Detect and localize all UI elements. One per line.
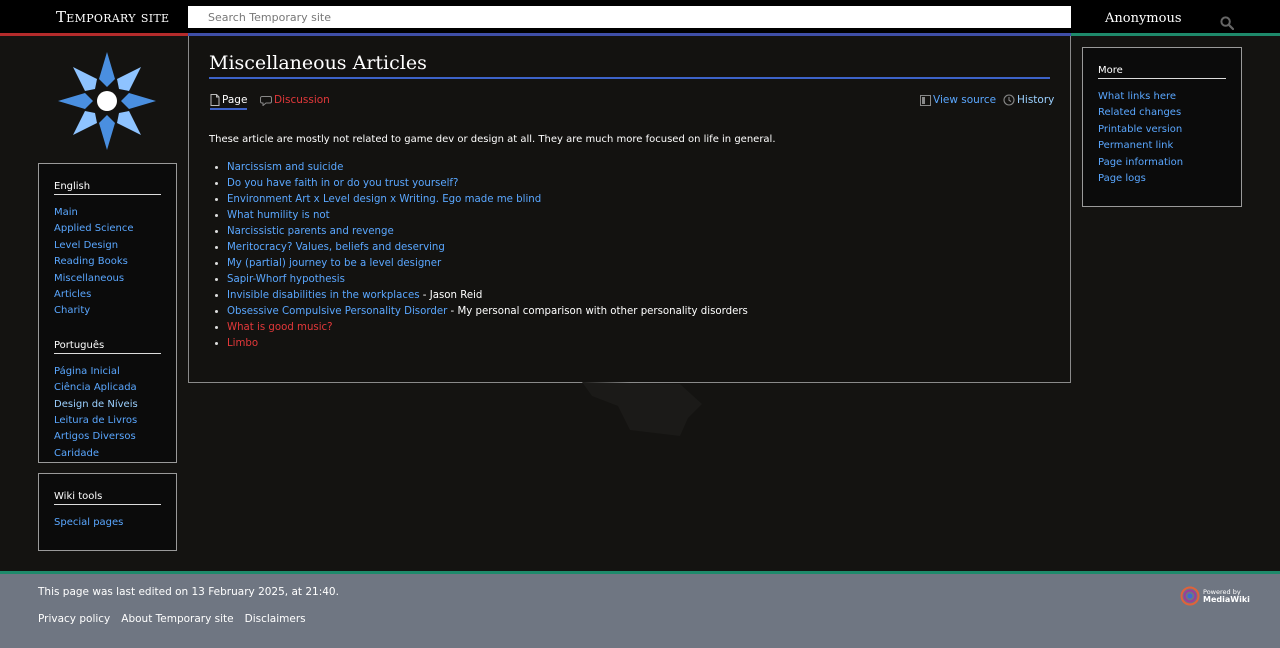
page-title: Miscellaneous Articles [209,52,427,74]
tab-discussion[interactable]: Discussion [260,94,330,106]
more-item-related-changes[interactable]: Related changes [1098,107,1181,118]
tab-page[interactable]: Page [210,94,248,110]
tab-history-label: History [1017,94,1055,106]
sidebar-navigation: English Main Applied Science Level Desig… [38,163,177,463]
sidebar-item-special-pages[interactable]: Special pages [54,517,123,528]
tab-history[interactable]: History [1003,94,1054,106]
sidebar-item-main[interactable]: Main [54,207,78,218]
footer-link-about[interactable]: About Temporary site [121,613,233,625]
accent-bar-green [1071,33,1280,36]
list-item: Narcissistic parents and revenge [227,224,748,240]
more-item-printable-version[interactable]: Printable version [1098,124,1182,135]
site-title-link[interactable]: Temporary site [56,8,169,26]
powered-by-line2: MediaWiki [1203,595,1250,604]
top-bar: Temporary site Anonymous [0,0,1280,36]
article-note: - Jason Reid [419,290,483,301]
page-icon [210,94,220,106]
sidebar-item-miscellaneous-articles[interactable]: Miscellaneous Articles [54,273,124,300]
article-link[interactable]: Environment Art x Level design x Writing… [227,194,541,205]
star-logo-icon [58,52,156,150]
list-item: Obsessive Compulsive Personality Disorde… [227,304,748,320]
source-icon [920,94,931,106]
list-item: Sapir-Whorf hypothesis [227,272,748,288]
article-link[interactable]: Narcissism and suicide [227,162,343,173]
background-watermark [582,382,702,436]
site-logo[interactable] [58,52,156,150]
list-item: What humility is not [227,208,748,224]
search-input[interactable] [208,6,1008,28]
sidebar-section-english: English Main Applied Science Level Desig… [54,181,161,320]
intro-text: These article are mostly not related to … [209,134,776,145]
sidebar-heading-english: English [54,181,161,195]
article-link-missing[interactable]: What is good music? [227,322,333,333]
article-link[interactable]: Obsessive Compulsive Personality Disorde… [227,306,447,317]
powered-by-mediawiki-badge[interactable]: Powered by MediaWiki [1180,586,1250,606]
mediawiki-logo-icon [1180,586,1200,606]
sidebar-item-artigos-diversos[interactable]: Artigos Diversos [54,431,136,442]
article-link[interactable]: My (partial) journey to be a level desig… [227,258,441,269]
footer-link-disclaimers[interactable]: Disclaimers [245,613,306,625]
search-icon[interactable] [1220,15,1236,31]
sidebar-heading-more: More [1098,65,1226,79]
article-list: Narcissism and suicide Do you have faith… [227,160,748,352]
list-item: What is good music? [227,320,748,336]
sidebar-section-portugues: Português Página Inicial Ciência Aplicad… [54,340,161,462]
search-box [188,6,1235,31]
sidebar-item-design-de-niveis[interactable]: Design de Níveis [54,399,138,410]
sidebar-item-applied-science[interactable]: Applied Science [54,223,134,234]
sidebar-heading-portugues: Português [54,340,161,354]
article-link[interactable]: Sapir-Whorf hypothesis [227,274,345,285]
tab-view-source-label: View source [933,94,997,106]
article-link-missing[interactable]: Limbo [227,338,258,349]
last-edited-text: This page was last edited on 13 February… [38,586,339,598]
article-link[interactable]: Meritocracy? Values, beliefs and deservi… [227,242,445,253]
title-underline [209,77,1050,79]
sidebar-more: More What links here Related changes Pri… [1082,47,1242,207]
list-item: Invisible disabilities in the workplaces… [227,288,748,304]
user-menu[interactable]: Anonymous [1105,11,1182,26]
sidebar-wiki-tools: Wiki tools Special pages [38,473,177,551]
sidebar-item-leitura-de-livros[interactable]: Leitura de Livros [54,415,137,426]
footer: This page was last edited on 13 February… [0,574,1280,648]
article-note: - My personal comparison with other pers… [447,306,748,317]
list-item: Narcissism and suicide [227,160,748,176]
tab-view-source[interactable]: View source [920,94,996,106]
article-link[interactable]: Do you have faith in or do you trust you… [227,178,458,189]
clock-icon [1003,94,1015,106]
list-item: Do you have faith in or do you trust you… [227,176,748,192]
sidebar-item-pagina-inicial[interactable]: Página Inicial [54,366,120,377]
sidebar-item-reading-books[interactable]: Reading Books [54,256,128,267]
tab-discussion-label: Discussion [274,94,330,106]
tab-page-label: Page [222,94,248,106]
list-item: Limbo [227,336,748,352]
footer-link-privacy-policy[interactable]: Privacy policy [38,613,110,625]
article-link[interactable]: Invisible disabilities in the workplaces [227,290,420,301]
sidebar-item-caridade[interactable]: Caridade [54,448,99,459]
sidebar-item-level-design[interactable]: Level Design [54,240,118,251]
footer-links: Privacy policy About Temporary site Disc… [38,613,306,625]
more-item-page-information[interactable]: Page information [1098,157,1183,168]
list-item: Meritocracy? Values, beliefs and deservi… [227,240,748,256]
more-item-what-links-here[interactable]: What links here [1098,91,1176,102]
article-link[interactable]: Narcissistic parents and revenge [227,226,394,237]
article-link[interactable]: What humility is not [227,210,330,221]
sidebar-item-ciencia-aplicada[interactable]: Ciência Aplicada [54,382,137,393]
accent-bar-red [0,33,188,36]
list-item: My (partial) journey to be a level desig… [227,256,748,272]
sidebar-heading-wiki-tools: Wiki tools [54,491,161,505]
main-content: Miscellaneous Articles Page Discussion V… [188,36,1071,383]
speech-bubble-icon [260,95,272,106]
sidebar-item-charity[interactable]: Charity [54,305,90,316]
powered-by-text: Powered by MediaWiki [1203,589,1250,604]
more-item-permanent-link[interactable]: Permanent link [1098,140,1173,151]
list-item: Environment Art x Level design x Writing… [227,192,748,208]
more-item-page-logs[interactable]: Page logs [1098,173,1146,184]
